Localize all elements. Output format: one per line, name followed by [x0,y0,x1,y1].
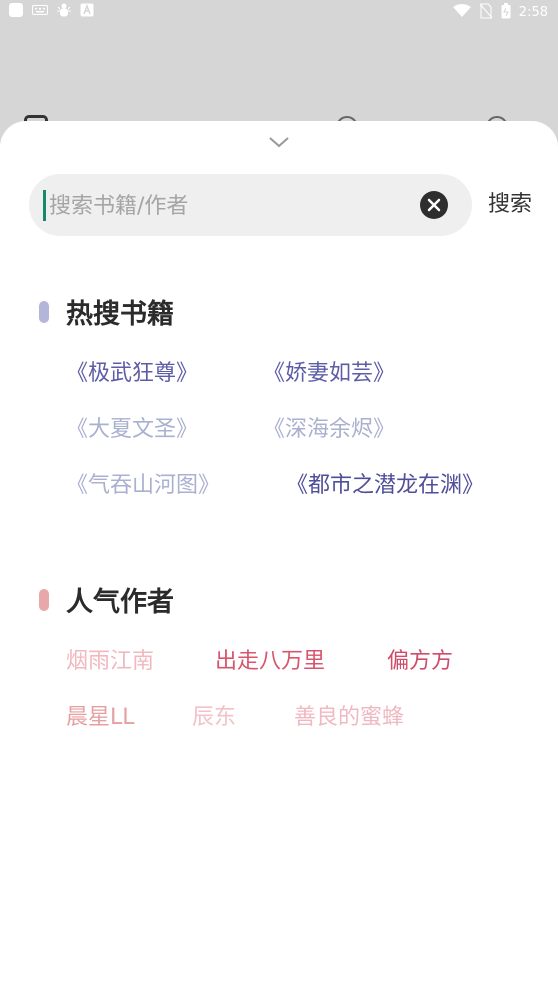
status-left-icons [8,2,94,22]
hot-book-tag[interactable]: 《大夏文圣》 [66,414,198,446]
section-title-popular-authors: 人气作者 [66,587,174,618]
hot-book-tag[interactable]: 《深海余烬》 [263,414,395,446]
no-sim-icon [479,3,493,22]
hot-book-tag[interactable]: 《娇妻如芸》 [263,358,395,390]
app-square-icon [8,2,24,22]
author-tag[interactable]: 善良的蜜蜂 [294,702,404,734]
wifi-icon [452,3,471,21]
search-bar [29,174,472,238]
popular-authors-accent-bar [39,588,49,611]
author-tag[interactable]: 烟雨江南 [66,646,154,678]
hot-books-accent-bar [39,300,49,323]
text-caret [43,190,46,221]
bug-icon [56,2,72,22]
hot-books-header: 热搜书籍 [39,292,174,331]
hot-book-tag[interactable]: 《极武狂尊》 [66,358,198,390]
author-tag[interactable]: 偏方方 [387,646,453,678]
popular-authors-header: 人气作者 [39,580,174,619]
author-tag[interactable]: 出走八万里 [215,646,325,678]
section-title-hot-books: 热搜书籍 [66,299,174,330]
search-sheet: 搜索 热搜书籍 《极武狂尊》 《娇妻如芸》 《大夏文圣》 《深海余烬》 《气吞山… [0,121,558,992]
keyboard-icon [32,4,48,20]
hot-book-tag[interactable]: 《气吞山河图》 [66,470,220,502]
author-tag[interactable]: 辰东 [192,702,236,734]
clear-input-icon[interactable] [420,191,448,219]
status-bar: 2:58 [0,0,558,24]
search-button[interactable]: 搜索 [488,187,532,223]
status-time: 2:58 [518,4,548,20]
hot-book-tag[interactable]: 《都市之潜龙在渊》 [286,470,484,502]
status-right-icons: 2:58 [452,2,548,22]
battery-icon [501,2,511,22]
a-box-icon [80,3,94,21]
search-input[interactable] [47,174,421,238]
collapse-chevron-icon[interactable] [267,133,291,151]
author-tag[interactable]: 晨星LL [66,702,135,734]
